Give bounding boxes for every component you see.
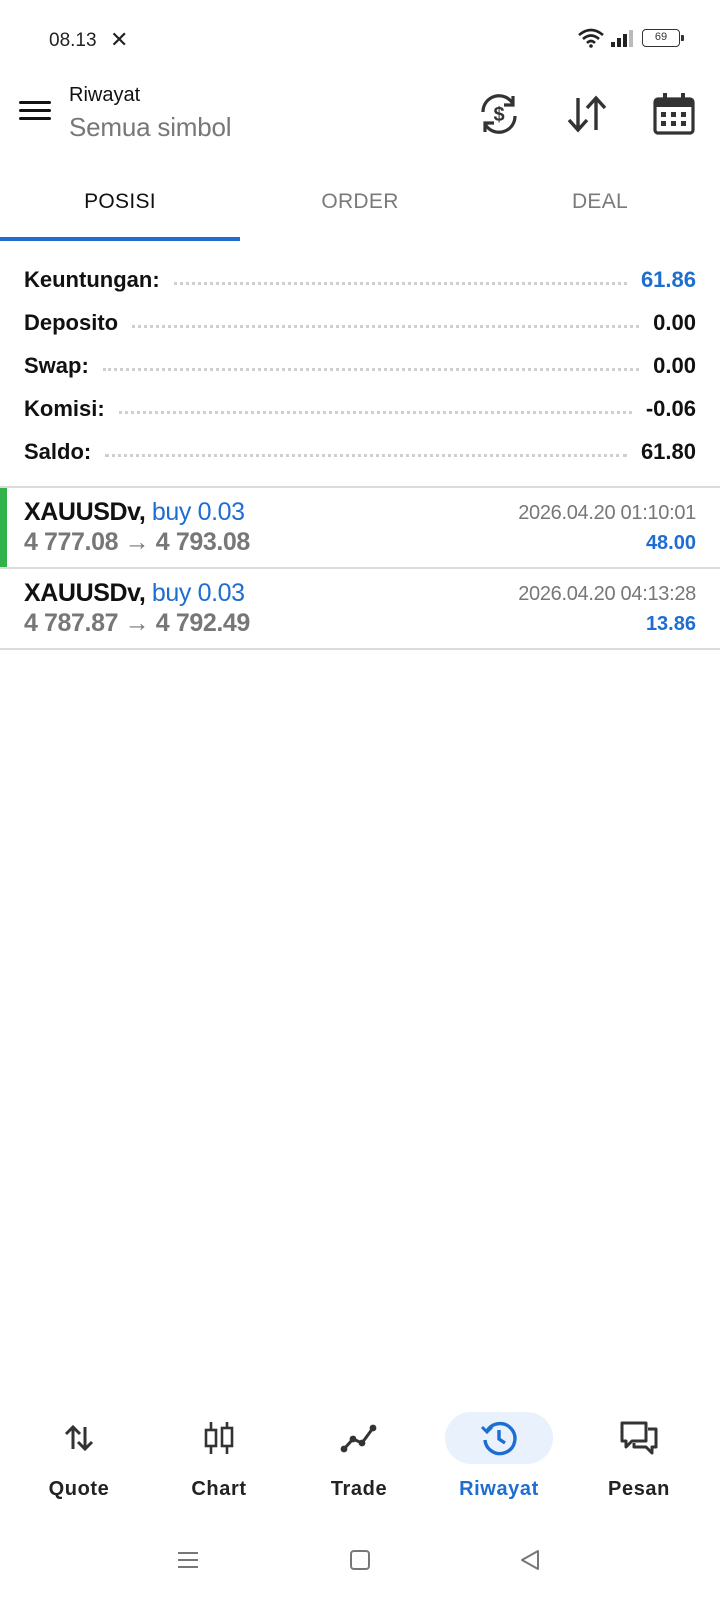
trade-title: XAUUSDv, buy 0.03 <box>24 579 245 608</box>
trade-prices: 4 787.87 → 4 792.49 <box>24 609 250 637</box>
trade-symbol: XAUUSDv, <box>24 498 146 526</box>
recent-apps-icon[interactable] <box>168 1540 208 1580</box>
summary-label: Keuntungan: <box>24 266 160 292</box>
summary-value: 61.80 <box>640 438 696 464</box>
summary-value: 0.00 <box>653 309 696 335</box>
trade-side: buy 0.03 <box>151 498 245 526</box>
quote-arrows-icon <box>25 1412 133 1464</box>
summary-label: Deposito <box>24 309 119 335</box>
signal-icon <box>611 30 633 47</box>
trade-line-icon <box>305 1412 413 1464</box>
nav-riwayat[interactable]: Riwayat <box>439 1398 559 1508</box>
home-icon[interactable] <box>340 1540 380 1580</box>
bottom-nav: Quote Chart Trade Riwayat Pesan <box>0 1398 720 1508</box>
summary-row-swap: Swap: 0.00 <box>0 344 720 387</box>
history-clock-icon <box>445 1412 553 1464</box>
summary-row-profit: Keuntungan: 61.86 <box>0 258 720 301</box>
wifi-icon <box>578 28 604 48</box>
page-title: Riwayat <box>69 84 141 106</box>
chat-icon <box>585 1412 693 1464</box>
nav-label: Riwayat <box>459 1478 539 1500</box>
tab-order[interactable]: ORDER <box>240 180 480 242</box>
tab-posisi[interactable]: POSISI <box>0 180 240 242</box>
trade-time: 2026.04.20 01:10:01 <box>518 502 696 524</box>
svg-text:$: $ <box>493 104 504 126</box>
dotted-leader <box>118 411 632 414</box>
nav-label: Chart <box>191 1478 247 1500</box>
dotted-leader <box>102 368 640 371</box>
trade-title: XAUUSDv, buy 0.03 <box>24 498 245 527</box>
summary-value: 61.86 <box>640 266 696 292</box>
summary-row-balance: Saldo: 61.80 <box>0 430 720 473</box>
divider <box>0 648 720 650</box>
trade-profit: 48.00 <box>645 532 696 554</box>
summary-row-deposit: Deposito 0.00 <box>0 301 720 344</box>
dotted-leader <box>105 454 627 457</box>
summary-label: Saldo: <box>24 438 92 464</box>
battery-icon: 69 <box>642 29 684 47</box>
status-time: 08.13 <box>49 30 97 51</box>
trade-row[interactable]: XAUUSDv, buy 0.03 4 787.87 → 4 792.49 20… <box>0 569 720 649</box>
nav-label: Trade <box>330 1478 388 1500</box>
sort-icon[interactable] <box>563 90 611 138</box>
back-icon[interactable] <box>510 1540 550 1580</box>
account-summary: Keuntungan: 61.86 Deposito 0.00 Swap: 0.… <box>0 258 720 473</box>
hamburger-menu-icon[interactable] <box>16 96 54 132</box>
selected-indicator <box>0 488 7 568</box>
trade-prices: 4 777.08 → 4 793.08 <box>24 528 250 556</box>
calendar-icon[interactable] <box>650 90 698 138</box>
app-header: Riwayat Semua simbol $ <box>0 84 720 180</box>
nav-pesan[interactable]: Pesan <box>579 1398 699 1508</box>
status-bar: 08.13 ✕ 69 <box>0 0 720 84</box>
symbol-filter[interactable]: Semua simbol <box>69 112 232 143</box>
summary-label: Komisi: <box>24 395 105 421</box>
nav-quote[interactable]: Quote <box>19 1398 139 1508</box>
trade-row[interactable]: XAUUSDv, buy 0.03 4 777.08 → 4 793.08 20… <box>0 488 720 568</box>
tab-deal[interactable]: DEAL <box>480 180 720 242</box>
nav-label: Pesan <box>608 1478 670 1500</box>
nav-chart[interactable]: Chart <box>159 1398 279 1508</box>
trade-time: 2026.04.20 04:13:28 <box>518 583 696 605</box>
dotted-leader <box>173 282 627 285</box>
trade-symbol: XAUUSDv, <box>24 579 146 607</box>
status-icons: 69 <box>578 28 684 48</box>
summary-row-commission: Komisi: -0.06 <box>0 387 720 430</box>
history-tabs: POSISI ORDER DEAL <box>0 180 720 242</box>
trade-side: buy 0.03 <box>151 579 245 607</box>
nav-trade[interactable]: Trade <box>299 1398 419 1508</box>
system-nav-bar <box>0 1530 720 1604</box>
close-x-icon: ✕ <box>110 27 129 52</box>
candlestick-icon <box>165 1412 273 1464</box>
currency-sync-icon[interactable]: $ <box>475 90 523 138</box>
nav-label: Quote <box>48 1478 110 1500</box>
summary-value: -0.06 <box>645 395 696 421</box>
trade-profit: 13.86 <box>645 613 696 635</box>
summary-value: 0.00 <box>653 352 696 378</box>
dotted-leader <box>132 325 640 328</box>
summary-label: Swap: <box>24 352 89 378</box>
